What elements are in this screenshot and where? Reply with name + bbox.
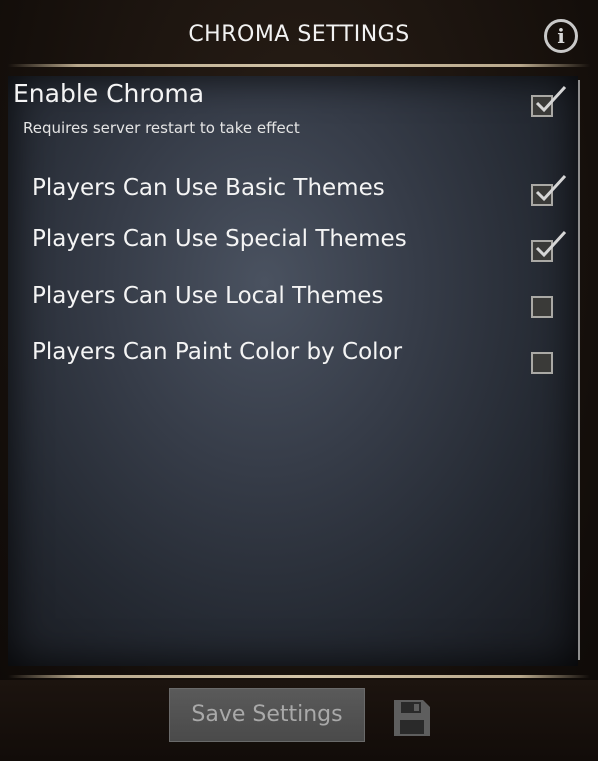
option-label-paint-color: Players Can Paint Color by Color xyxy=(32,339,403,365)
option-label-local-themes: Players Can Use Local Themes xyxy=(32,283,384,309)
info-icon[interactable]: i xyxy=(544,19,578,53)
top-divider xyxy=(8,64,590,67)
basic-themes-checkbox[interactable] xyxy=(531,174,567,206)
checkmark-icon xyxy=(535,85,567,113)
restart-note: Requires server restart to take effect xyxy=(23,119,300,137)
checkmark-icon xyxy=(535,230,567,258)
page-title: CHROMA SETTINGS xyxy=(188,22,410,47)
enable-chroma-label: Enable Chroma xyxy=(13,79,205,108)
scrollbar[interactable] xyxy=(578,80,580,660)
local-themes-checkbox[interactable] xyxy=(531,296,553,318)
paint-color-checkbox[interactable] xyxy=(531,352,553,374)
checkmark-icon xyxy=(535,174,567,202)
chroma-settings-window: CHROMA SETTINGS i Enable Chroma Requires… xyxy=(0,0,598,761)
enable-chroma-checkbox[interactable] xyxy=(531,85,567,117)
header: CHROMA SETTINGS i xyxy=(0,0,598,72)
floppy-disk-icon[interactable] xyxy=(392,698,432,738)
save-settings-button[interactable]: Save Settings xyxy=(169,688,365,742)
special-themes-checkbox[interactable] xyxy=(531,230,567,262)
option-label-special-themes: Players Can Use Special Themes xyxy=(32,226,407,252)
settings-panel xyxy=(8,76,578,666)
bottom-divider xyxy=(8,675,590,678)
option-label-basic-themes: Players Can Use Basic Themes xyxy=(32,175,385,201)
